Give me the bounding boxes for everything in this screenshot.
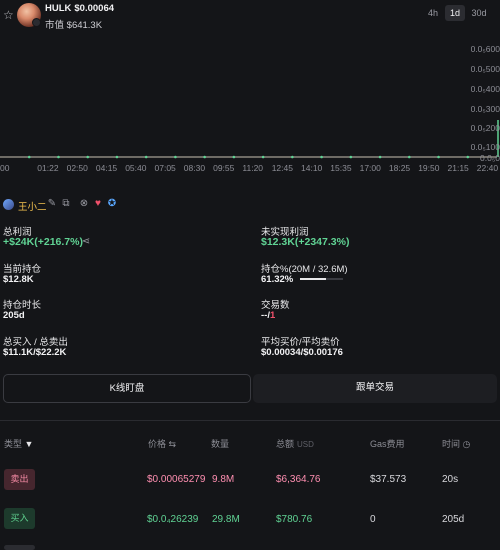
timeframe-4h[interactable]: 4h xyxy=(424,5,442,21)
edit-icon[interactable]: ✎ xyxy=(46,198,58,210)
share-icon[interactable]: ⋖ xyxy=(80,236,92,248)
token-symbol: HULK xyxy=(45,3,72,14)
trade-price: $0.0₄26239 xyxy=(147,514,199,525)
trade-gas: 0 xyxy=(370,514,376,525)
trader-name: 王小二 xyxy=(18,202,47,213)
x-tick-label: 02:50 xyxy=(66,163,88,173)
kline-watch-button[interactable]: K线盯盘 xyxy=(3,374,251,403)
x-tick-label: 17:00 xyxy=(359,163,381,173)
x-tick-label: 18:25 xyxy=(388,163,411,173)
trade-amount: 29.8M xyxy=(212,514,240,525)
trade-gas: $37.573 xyxy=(370,474,407,485)
holding-pct-value: 61.32% xyxy=(261,274,294,285)
clock-icon: ◷ xyxy=(462,439,471,449)
col-gas: Gas费用 xyxy=(370,439,405,449)
x-tick-label: 22:40 xyxy=(476,163,499,173)
trades-label: 交易数 xyxy=(261,300,290,311)
col-time-label: 时间 xyxy=(442,439,461,449)
swap-icon[interactable]: ⇆ xyxy=(169,439,177,449)
total-pnl-value: +$24K(+216.7%) xyxy=(3,236,83,248)
y-tick-label: 0.0₅600 xyxy=(470,44,500,54)
avg-price-label: 平均买价/平均卖价 xyxy=(261,337,340,348)
col-total: 总额 USD xyxy=(276,437,314,450)
price-chart[interactable] xyxy=(0,25,500,185)
trades-sells: 1 xyxy=(269,310,276,321)
x-tick-label: 01:22 xyxy=(37,163,59,173)
heart-icon[interactable]: ♥ xyxy=(92,198,104,210)
favorite-star-icon[interactable]: ☆ xyxy=(3,9,15,21)
col-time: 时间 ◷ xyxy=(442,437,470,450)
token-ticker: HULK $0.00064 xyxy=(45,3,114,14)
col-amount: 数量 xyxy=(211,439,230,449)
x-tick-label: 21:15 xyxy=(447,163,469,173)
x-tick-label: 00 xyxy=(0,163,10,173)
col-type[interactable]: 类型 ▼ xyxy=(4,437,33,450)
y-tick-label: 0.0₅100 xyxy=(470,142,500,152)
timeframe-30d[interactable]: 30d xyxy=(469,5,489,21)
holding-progress-bar xyxy=(300,278,343,280)
trade-price: $0.00065279 xyxy=(147,474,206,485)
trader-avatar xyxy=(3,199,14,210)
y-tick-label: 0.0₅300 xyxy=(470,104,500,114)
holding-value: $12.8K xyxy=(3,274,34,285)
col-price[interactable]: 价格 ⇆ xyxy=(148,437,176,450)
y-tick-label: 0.0₅0 xyxy=(480,153,500,163)
duration-label: 持仓时长 xyxy=(3,300,42,311)
x-tick-label: 08:30 xyxy=(183,163,206,173)
buy-sell-total-label: 总买入 / 总卖出 xyxy=(3,337,68,348)
timeframe-1d[interactable]: 1d xyxy=(445,5,465,21)
col-total-unit: USD xyxy=(297,440,314,449)
col-price-label: 价格 xyxy=(148,439,167,449)
x-tick-label: 14:10 xyxy=(301,163,323,173)
token-price: $0.00064 xyxy=(74,3,115,14)
trade-time: 20s xyxy=(442,474,459,485)
x-tick-label: 15:35 xyxy=(330,163,352,173)
buy-sell-total-value: $11.1K/$22.2K xyxy=(3,347,67,358)
col-type-label: 类型 xyxy=(4,439,23,449)
duration-value: 205d xyxy=(3,310,25,321)
trade-total: $6,364.76 xyxy=(276,474,321,485)
x-tick-label: 05:40 xyxy=(125,163,147,173)
trades-value: --/1 xyxy=(261,310,275,321)
copy-icon[interactable]: ⧉ xyxy=(60,198,72,210)
y-tick-label: 0.0₅500 xyxy=(470,64,500,74)
holding-progress-fill xyxy=(300,278,327,280)
y-tick-label: 0.0₅200 xyxy=(470,123,500,133)
avg-price-value: $0.00034/$0.00176 xyxy=(261,347,343,358)
trade-total: $780.76 xyxy=(276,514,313,525)
trade-type-badge: 买入 xyxy=(4,508,35,529)
holding-pct-label: 持仓%(20M / 32.6M) xyxy=(261,264,348,275)
trade-time: 205d xyxy=(442,514,465,525)
verified-badge-icon: ✪ xyxy=(107,198,117,209)
trade-amount: 9.8M xyxy=(212,474,235,485)
x-tick-label: 12:45 xyxy=(271,163,293,173)
unrealized-pnl-value: $12.3K(+2347.3%) xyxy=(261,236,350,248)
x-tick-label: 07:05 xyxy=(154,163,176,173)
x-tick-label: 09:55 xyxy=(213,163,235,173)
divider xyxy=(0,420,500,421)
x-tick-label: 11:20 xyxy=(242,163,264,173)
col-total-label: 总额 xyxy=(276,439,295,449)
x-twitter-icon[interactable]: ⊗ xyxy=(78,198,90,210)
holding-label: 当前持仓 xyxy=(3,264,42,275)
x-tick-label: 19:50 xyxy=(418,163,440,173)
x-tick-label: 04:15 xyxy=(95,163,118,173)
y-tick-label: 0.0₅400 xyxy=(470,84,500,94)
trade-type-badge: 卖出 xyxy=(4,469,35,490)
copy-trade-button[interactable]: 跟单交易 xyxy=(253,374,497,403)
trade-type-badge-partial xyxy=(4,545,35,550)
filter-icon[interactable]: ▼ xyxy=(25,439,34,449)
